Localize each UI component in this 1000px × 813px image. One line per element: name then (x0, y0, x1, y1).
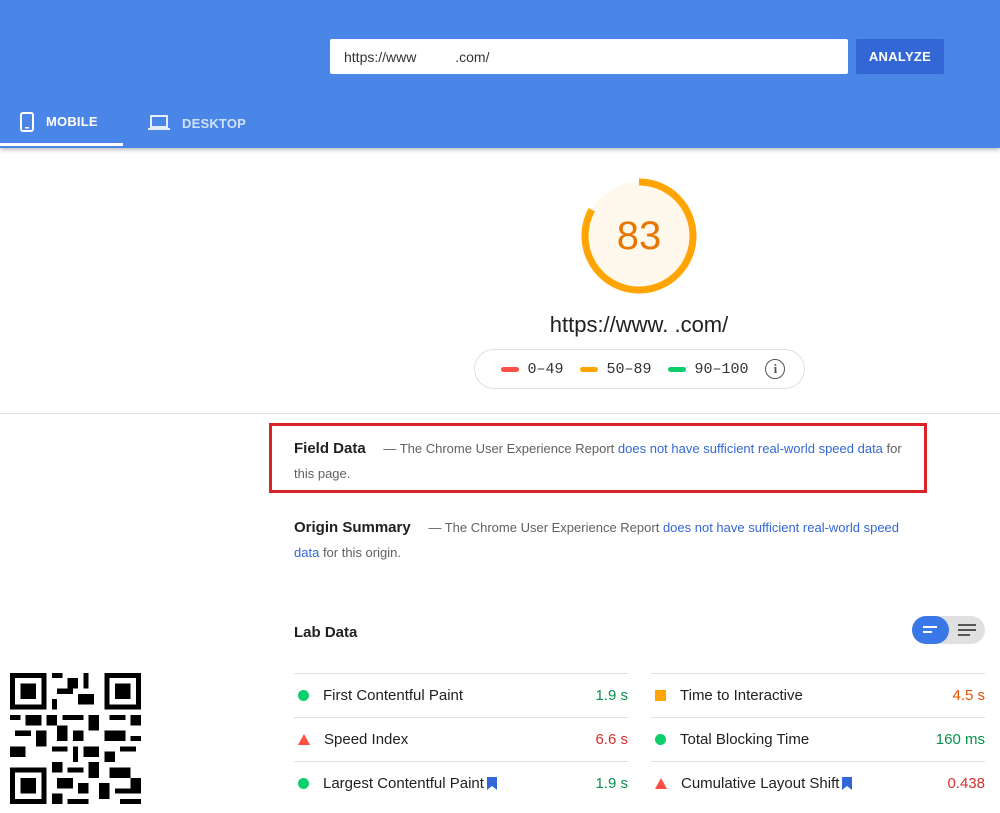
performance-score: 83 (616, 213, 662, 258)
good-indicator-icon (298, 690, 309, 701)
metric-label-text: Cumulative Layout Shift (681, 775, 840, 792)
metric-label: Time to Interactive (680, 687, 952, 704)
origin-summary-section: Origin Summary — The Chrome User Experie… (294, 515, 924, 565)
metric-label: Speed Index (324, 731, 595, 748)
metric-label-text: First Contentful Paint (323, 687, 464, 704)
origin-summary-text: The Chrome User Experience Report (444, 520, 660, 535)
legend-label-poor: 0–49 (527, 360, 564, 378)
bookmark-icon (842, 777, 853, 790)
tested-url: https://www. .com/ (549, 312, 729, 337)
poor-indicator-icon (655, 778, 667, 789)
metric-label: Largest Contentful Paint (323, 775, 595, 792)
legend-swatch-good (668, 366, 687, 372)
metric-first-contentful-paint: First Contentful Paint 1.9 s (294, 673, 628, 717)
metric-time-to-interactive: Time to Interactive 4.5 s (651, 673, 985, 717)
metric-largest-contentful-paint: Largest Contentful Paint 1.9 s (294, 761, 628, 805)
phone-icon (20, 111, 34, 132)
metric-label-text: Speed Index (324, 731, 409, 748)
metric-label-text: Largest Contentful Paint (323, 775, 484, 792)
metric-label: Total Blocking Time (680, 731, 936, 748)
field-data-section: Field Data — The Chrome User Experience … (294, 436, 924, 486)
metric-label-text: Total Blocking Time (680, 731, 810, 748)
field-data-text: The Chrome User Experience Report (399, 441, 615, 456)
metric-value: 1.9 s (595, 775, 628, 792)
legend-swatch-average (580, 366, 599, 372)
metric-total-blocking-time: Total Blocking Time 160 ms (651, 717, 985, 761)
lab-data-title: Lab Data (294, 624, 358, 641)
metric-label: Cumulative Layout Shift (681, 775, 947, 792)
origin-summary-dash: — (428, 520, 442, 535)
url-input[interactable] (330, 39, 848, 74)
average-indicator-icon (655, 690, 666, 701)
tab-mobile[interactable]: MOBILE (0, 100, 123, 146)
metric-value: 0.438 (947, 775, 985, 792)
metric-value: 6.6 s (595, 731, 628, 748)
metric-value: 4.5 s (952, 687, 985, 704)
legend-item-average: 50–89 (580, 360, 652, 378)
view-toggle[interactable] (912, 616, 985, 644)
info-icon[interactable]: i (765, 359, 786, 379)
legend-label-average: 50–89 (606, 360, 652, 378)
metric-label-text: Time to Interactive (680, 687, 803, 704)
summary-view-button[interactable] (912, 616, 949, 644)
analyze-button[interactable]: ANALYZE (856, 39, 944, 74)
short-lines-icon (922, 626, 937, 633)
good-indicator-icon (655, 734, 666, 745)
header-bar: ANALYZE MOBILE DESKTOP (0, 0, 1000, 148)
origin-summary-text-after: for this origin. (322, 545, 401, 560)
bookmark-icon (486, 777, 497, 790)
tab-mobile-label: MOBILE (46, 114, 98, 129)
legend-item-poor: 0–49 (501, 360, 564, 378)
metric-speed-index: Speed Index 6.6 s (294, 717, 628, 761)
long-lines-icon (958, 624, 976, 636)
field-data-title: Field Data (294, 440, 366, 457)
divider (0, 413, 1000, 414)
laptop-icon (148, 115, 170, 131)
metric-value: 1.9 s (595, 687, 628, 704)
legend-label-good: 90–100 (694, 360, 749, 378)
field-data-link[interactable]: does not have sufficient real-world spee… (618, 441, 883, 456)
origin-summary-title: Origin Summary (294, 519, 411, 536)
legend-item-good: 90–100 (668, 360, 749, 378)
tab-desktop[interactable]: DESKTOP (148, 100, 268, 146)
poor-indicator-icon (298, 734, 310, 745)
metric-cumulative-layout-shift: Cumulative Layout Shift 0.438 (651, 761, 985, 805)
legend-swatch-poor (501, 366, 520, 372)
pagespeed-page: ANALYZE MOBILE DESKTOP 83 https://www. .… (0, 0, 1000, 813)
good-indicator-icon (298, 778, 309, 789)
metric-value: 160 ms (935, 731, 985, 748)
detail-view-button[interactable] (949, 616, 985, 644)
field-data-dash: — (383, 441, 397, 456)
score-legend: 0–49 50–89 90–100 i (474, 349, 805, 389)
metric-label: First Contentful Paint (323, 687, 595, 704)
qr-code (10, 673, 141, 804)
tab-desktop-label: DESKTOP (182, 115, 247, 131)
